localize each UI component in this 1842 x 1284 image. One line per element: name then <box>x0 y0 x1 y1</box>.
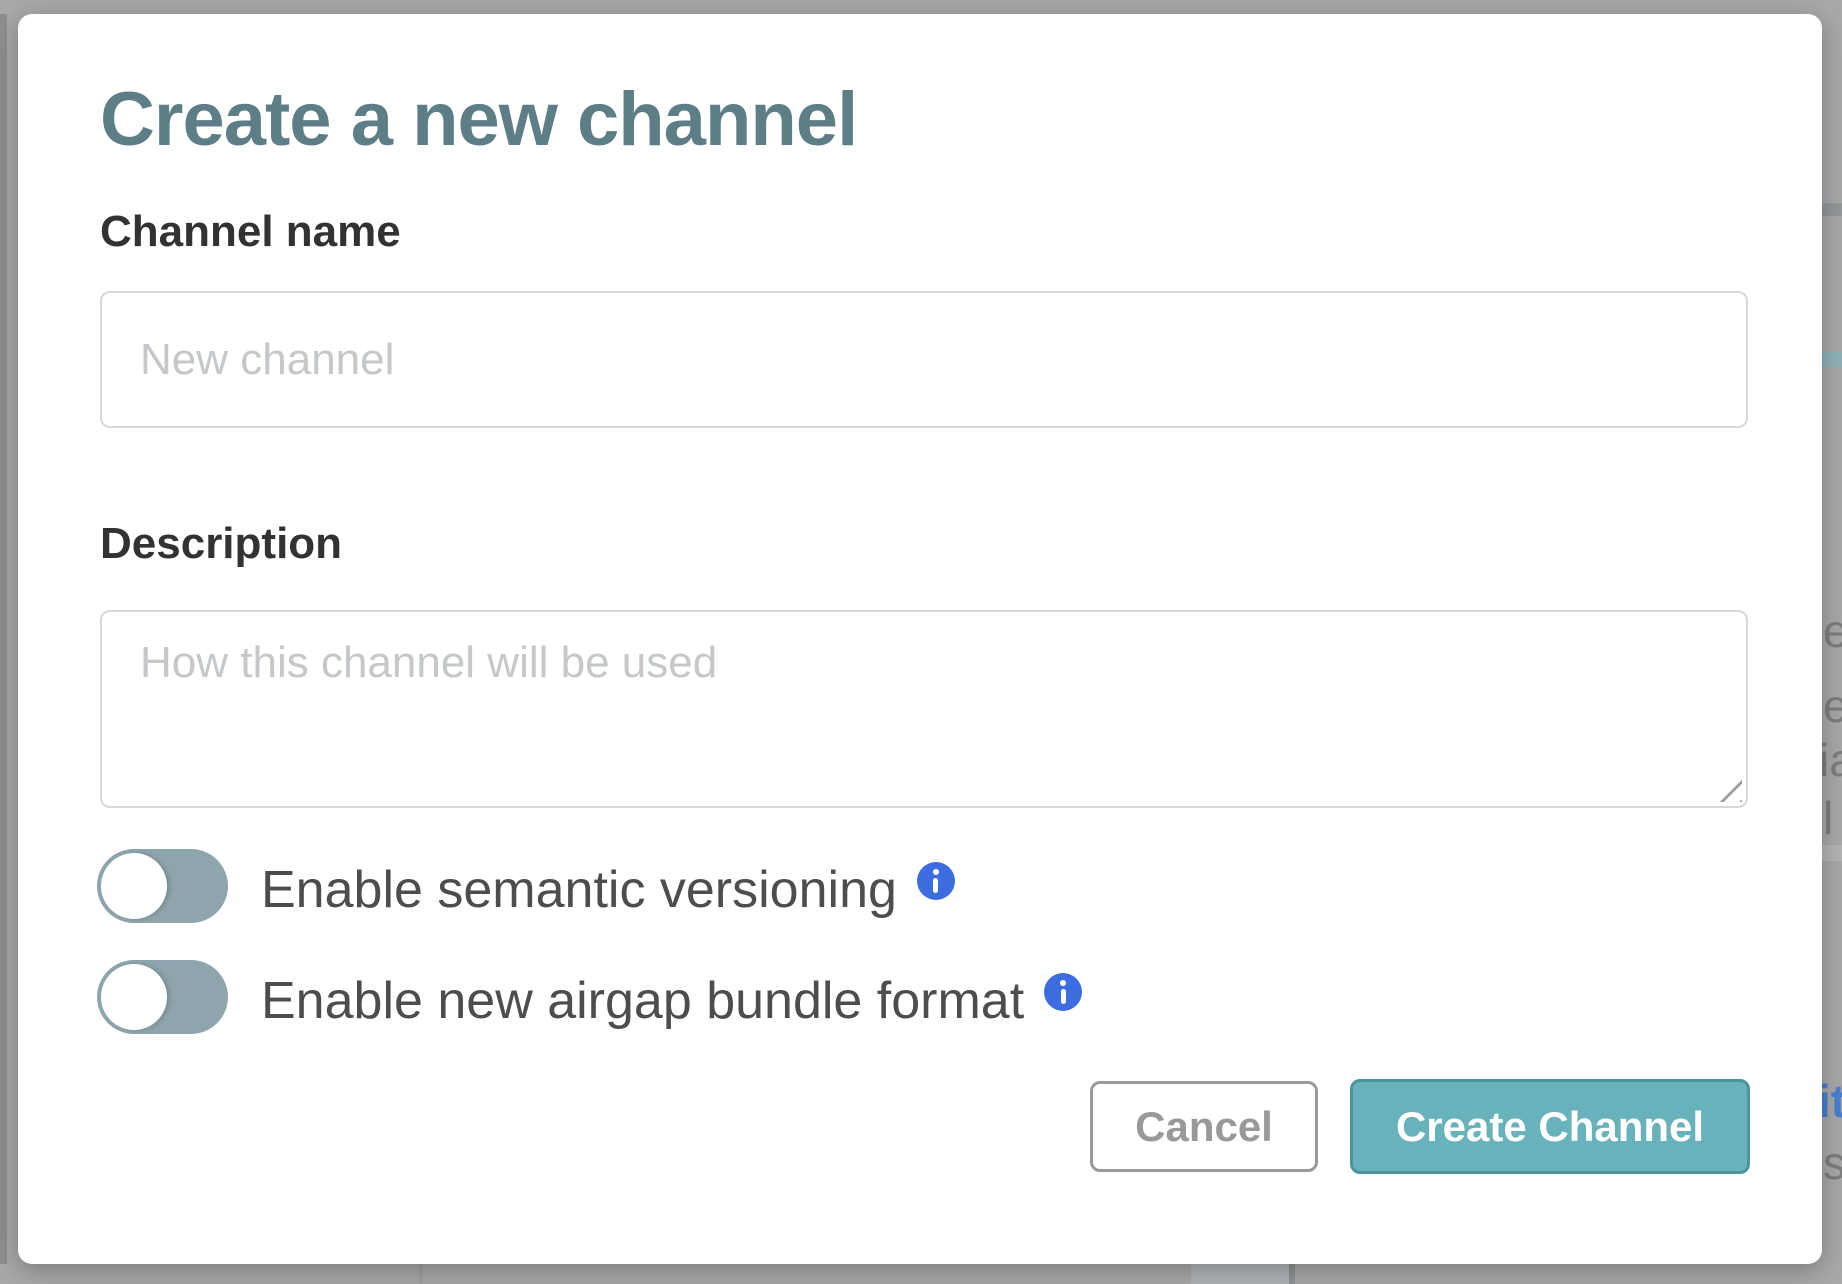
background-block <box>1191 1264 1289 1284</box>
modal-title: Create a new channel <box>100 78 857 162</box>
background-page-bottom <box>0 1264 1842 1284</box>
background-page-edge <box>0 14 7 1264</box>
background-text-fragment: e <box>1823 608 1842 654</box>
info-icon[interactable] <box>917 862 955 900</box>
background-text-fragment: l <box>1823 795 1833 841</box>
background-page-glimpse: e e ia l it s <box>1822 0 1842 1284</box>
modal-footer: Cancel Create Channel <box>18 1079 1822 1174</box>
info-icon-dot <box>933 869 939 875</box>
background-text-fragment: s <box>1823 1140 1842 1186</box>
description-label: Description <box>100 522 342 566</box>
description-field-wrap <box>100 610 1748 808</box>
channel-name-input[interactable] <box>100 291 1748 428</box>
background-light-row <box>1822 845 1842 861</box>
background-divider <box>1289 1264 1295 1284</box>
airgap-bundle-toggle[interactable] <box>97 960 228 1034</box>
toggle-knob <box>101 853 167 919</box>
info-icon-stem <box>933 878 938 893</box>
info-icon[interactable] <box>1044 973 1082 1011</box>
description-textarea[interactable] <box>100 610 1748 808</box>
airgap-bundle-row: Enable new airgap bundle format <box>97 960 1082 1034</box>
create-channel-button[interactable]: Create Channel <box>1350 1079 1750 1174</box>
background-text-fragment: ia <box>1822 737 1842 783</box>
info-icon-dot <box>1060 980 1066 986</box>
background-text-fragment: e <box>1823 683 1842 729</box>
airgap-bundle-label: Enable new airgap bundle format <box>261 975 1024 1027</box>
info-icon-stem <box>1061 989 1066 1004</box>
cancel-button[interactable]: Cancel <box>1090 1081 1318 1172</box>
background-divider <box>1822 203 1842 216</box>
create-channel-modal: Create a new channel Channel name Descri… <box>18 14 1822 1264</box>
background-link-fragment: it <box>1822 1078 1842 1124</box>
toggle-knob <box>101 964 167 1030</box>
background-divider <box>419 1264 423 1284</box>
semantic-versioning-label: Enable semantic versioning <box>261 864 897 916</box>
channel-name-label: Channel name <box>100 210 401 254</box>
background-teal-accent <box>1822 352 1842 367</box>
semantic-versioning-row: Enable semantic versioning <box>97 849 955 923</box>
semantic-versioning-toggle[interactable] <box>97 849 228 923</box>
